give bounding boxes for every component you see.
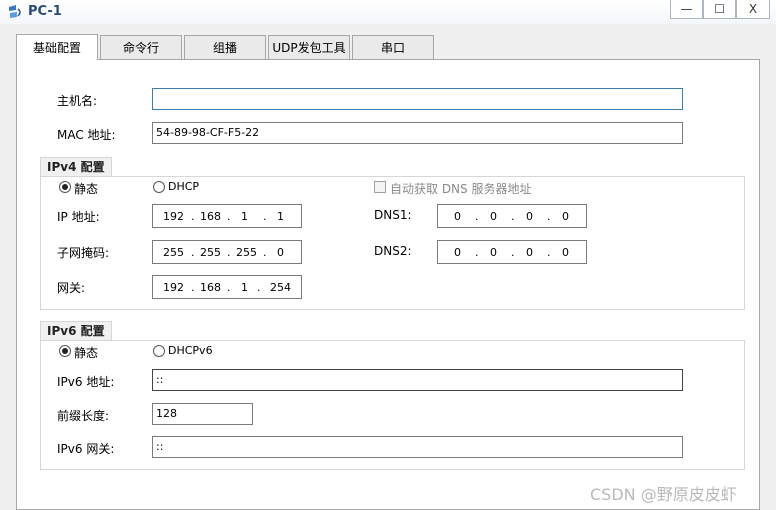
- ip-dot: .: [191, 246, 195, 259]
- ipv4-dhcp-radio[interactable]: [153, 181, 165, 193]
- hostname-input[interactable]: [152, 88, 683, 110]
- ip-octet: 168: [200, 210, 221, 223]
- minimize-button[interactable]: —: [670, 0, 703, 19]
- mac-label: MAC 地址:: [57, 128, 116, 142]
- ip-dot: .: [227, 281, 231, 294]
- ip-dot: .: [227, 246, 231, 259]
- ipv6-address-input[interactable]: ::: [152, 369, 683, 391]
- dns2-label: DNS2:: [374, 244, 412, 258]
- ip-dot: .: [475, 210, 479, 223]
- pc-app-icon: [9, 5, 21, 18]
- ip-octet: 0: [454, 210, 461, 223]
- ipv6-gateway-input[interactable]: ::: [152, 436, 683, 458]
- ip-octet: 0: [526, 246, 533, 259]
- ip-dot: .: [263, 246, 267, 259]
- ipv6-gateway-label: IPv6 网关:: [57, 442, 115, 456]
- title-bar: PC-1 — ☐ X: [0, 0, 776, 24]
- close-icon: X: [748, 2, 758, 16]
- ip-octet: 192: [163, 281, 184, 294]
- dns2-input[interactable]: 0 . 0 . 0 . 0: [437, 240, 587, 264]
- ip-octet: 1: [241, 210, 248, 223]
- ip-octet: 254: [270, 281, 291, 294]
- gateway-label: 网关:: [57, 281, 86, 295]
- ipv4-static-radio[interactable]: [59, 181, 71, 193]
- ipv6-static-label: 静态: [74, 346, 99, 360]
- tab-label: UDP发包工具: [272, 41, 346, 55]
- basic-config-panel: 主机名: MAC 地址: 54-89-98-CF-F5-22 IPv4 配置 静…: [16, 59, 760, 510]
- ip-octet: 1: [241, 281, 248, 294]
- subnet-mask-label: 子网掩码:: [57, 246, 110, 260]
- ip-octet: 0: [454, 246, 461, 259]
- ip-octet: 0: [526, 210, 533, 223]
- ip-octet: 1: [277, 210, 284, 223]
- ip-dot: .: [547, 246, 551, 259]
- tab-command-line[interactable]: 命令行: [100, 35, 182, 59]
- ip-octet: 255: [163, 246, 184, 259]
- mac-address-field[interactable]: 54-89-98-CF-F5-22: [152, 122, 683, 144]
- close-button[interactable]: X: [736, 0, 770, 19]
- dns1-input[interactable]: 0 . 0 . 0 . 0: [437, 204, 587, 228]
- prefix-length-input[interactable]: 128: [152, 403, 253, 425]
- ipv6-static-radio[interactable]: [59, 345, 71, 357]
- ip-octet: 0: [562, 210, 569, 223]
- ip-dot: .: [547, 210, 551, 223]
- maximize-icon: ☐: [714, 2, 725, 16]
- ip-dot: .: [257, 281, 261, 294]
- ip-octet: 0: [490, 210, 497, 223]
- prefix-length-label: 前缀长度:: [57, 409, 110, 423]
- ipv6-address-label: IPv6 地址:: [57, 375, 115, 389]
- subnet-mask-input[interactable]: 255 . 255 . 255 . 0: [152, 240, 302, 264]
- ip-octet: 255: [236, 246, 257, 259]
- tab-udp-tool[interactable]: UDP发包工具: [268, 35, 350, 59]
- gateway-input[interactable]: 192 . 168 . 1 . 254: [152, 275, 302, 299]
- tab-multicast[interactable]: 组播: [184, 35, 266, 59]
- ip-dot: .: [511, 246, 515, 259]
- auto-dns-label: 自动获取 DNS 服务器地址: [390, 182, 532, 196]
- ip-dot: .: [227, 210, 231, 223]
- hostname-label: 主机名:: [57, 94, 98, 108]
- ip-octet: 255: [200, 246, 221, 259]
- ipv4-dhcp-label: DHCP: [168, 180, 200, 193]
- ip-octet: 0: [490, 246, 497, 259]
- ipv6-group-title: IPv6 配置: [40, 321, 112, 341]
- tab-basic-config[interactable]: 基础配置: [16, 34, 98, 60]
- ip-dot: .: [191, 281, 195, 294]
- ip-address-label: IP 地址:: [57, 210, 100, 224]
- minimize-icon: —: [680, 2, 693, 16]
- tab-label: 串口: [380, 41, 405, 55]
- dns1-label: DNS1:: [374, 208, 412, 222]
- ip-octet: 192: [163, 210, 184, 223]
- ip-dot: .: [475, 246, 479, 259]
- ip-octet: 0: [277, 246, 284, 259]
- watermark-text: CSDN @野原皮皮虾: [590, 485, 737, 504]
- tab-serial[interactable]: 串口: [352, 35, 434, 59]
- window-body: 基础配置 命令行 组播 UDP发包工具 串口 主机名: MAC 地址: 54-8…: [0, 24, 776, 510]
- ipv4-group-title: IPv4 配置: [40, 157, 112, 177]
- ipv6-dhcp-radio[interactable]: [153, 345, 165, 357]
- auto-dns-checkbox[interactable]: [374, 181, 386, 193]
- ip-octet: 168: [200, 281, 221, 294]
- ip-dot: .: [263, 210, 267, 223]
- tab-label: 组播: [212, 41, 237, 55]
- ip-octet: 0: [562, 246, 569, 259]
- ipv6-dhcp-label: DHCPv6: [168, 344, 213, 357]
- ip-dot: .: [191, 210, 195, 223]
- tab-label: 基础配置: [32, 41, 81, 55]
- ip-address-input[interactable]: 192 . 168 . 1 . 1: [152, 204, 302, 228]
- ip-dot: .: [511, 210, 515, 223]
- ipv4-static-label: 静态: [74, 182, 99, 196]
- window-title: PC-1: [28, 4, 62, 19]
- maximize-button[interactable]: ☐: [703, 0, 736, 19]
- tab-label: 命令行: [122, 41, 159, 55]
